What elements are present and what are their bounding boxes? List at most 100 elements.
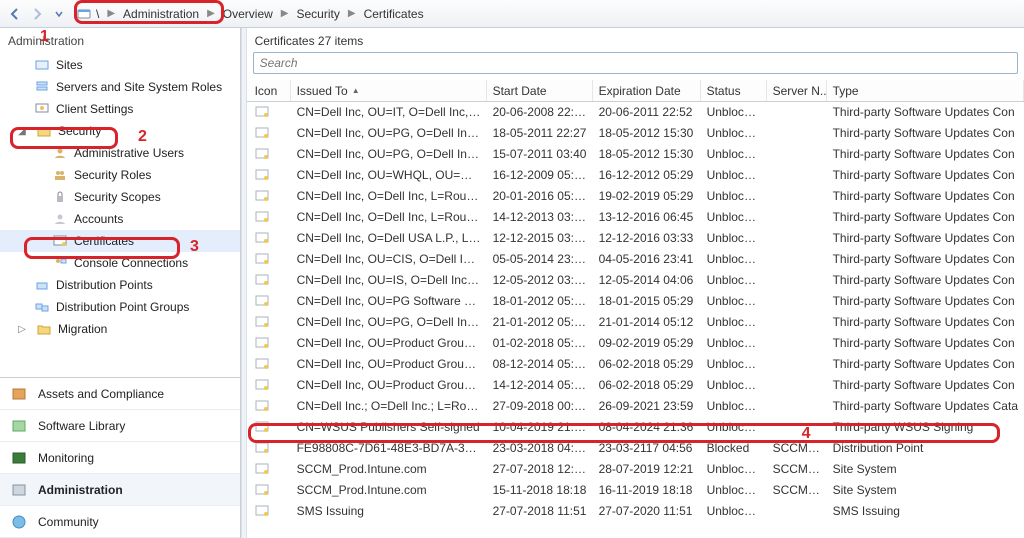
tree-item-security-scopes[interactable]: Security Scopes xyxy=(0,186,240,208)
cell-status: Unblocked xyxy=(701,168,767,182)
cell-expiration-date: 06-02-2018 05:29 xyxy=(593,357,701,371)
nav-forward-button[interactable] xyxy=(26,3,48,25)
tree-item-migration[interactable]: ▷ Migration xyxy=(0,318,240,340)
nav-software-library[interactable]: Software Library xyxy=(0,410,240,442)
nav-tree: Sites Servers and Site System Roles Clie… xyxy=(0,54,240,377)
tree-item-distribution-point-groups[interactable]: Distribution Point Groups xyxy=(0,296,240,318)
tree-item-security[interactable]: ◢ Security xyxy=(0,120,240,142)
table-row[interactable]: CN=Dell Inc, OU=WHQL, OU=Digital...16-12… xyxy=(247,165,1024,186)
table-row[interactable]: CN=Dell Inc, OU=PG, O=Dell Inc., L=...21… xyxy=(247,312,1024,333)
col-expiration-date[interactable]: Expiration Date xyxy=(593,80,701,101)
table-row[interactable]: CN=Dell Inc.; O=Dell Inc.; L=Round R...2… xyxy=(247,396,1024,417)
col-start-date[interactable]: Start Date xyxy=(487,80,593,101)
site-icon xyxy=(76,7,92,21)
tree-label: Console Connections xyxy=(74,256,188,270)
certificate-icon xyxy=(247,295,291,307)
breadcrumb-overview[interactable]: Overview xyxy=(219,7,277,21)
cell-type: Third-party Software Updates Con xyxy=(827,231,1024,245)
cell-expiration-date: 27-07-2020 11:51 xyxy=(593,504,701,518)
workspace-nav: Assets and Compliance Software Library M… xyxy=(0,377,240,538)
breadcrumb-root[interactable]: \ xyxy=(92,7,103,21)
table-row[interactable]: CN=Dell Inc, O=Dell Inc, L=Round R...14-… xyxy=(247,207,1024,228)
tree-item-console-connections[interactable]: Console Connections xyxy=(0,252,240,274)
chevron-right-icon: ▶ xyxy=(207,8,215,19)
search-input[interactable] xyxy=(253,52,1018,74)
tree-item-accounts[interactable]: Accounts xyxy=(0,208,240,230)
breadcrumb-certificates[interactable]: Certificates xyxy=(360,7,428,21)
cell-server-name: SCCM_P... xyxy=(767,483,827,497)
cell-expiration-date: 12-12-2016 03:33 xyxy=(593,231,701,245)
administration-icon xyxy=(10,481,28,499)
col-type[interactable]: Type xyxy=(827,80,1024,101)
cell-status: Unblocked xyxy=(701,315,767,329)
col-status[interactable]: Status xyxy=(701,80,767,101)
navigation-pane: Administration Sites Servers and Site Sy… xyxy=(0,28,241,538)
nav-community[interactable]: Community xyxy=(0,506,240,538)
cell-start-date: 14-12-2014 05:30 xyxy=(487,378,593,392)
table-row[interactable]: CN=Dell Inc, OU=PG, O=Dell Inc, L=...18-… xyxy=(247,123,1024,144)
cell-issued-to: CN=Dell Inc, O=Dell Inc, L=Round R... xyxy=(291,210,487,224)
table-row[interactable]: CN=Dell Inc, OU=PG, O=Dell Inc, L=...15-… xyxy=(247,144,1024,165)
cell-type: Third-party Software Updates Con xyxy=(827,168,1024,182)
cell-status: Unblocked xyxy=(701,126,767,140)
table-row[interactable]: CN=Dell Inc, OU=IT, O=Dell Inc, L=R...20… xyxy=(247,102,1024,123)
cell-start-date: 14-12-2013 03:40 xyxy=(487,210,593,224)
table-row[interactable]: CN=Dell Inc, OU=PG Software Devel...18-0… xyxy=(247,291,1024,312)
accounts-icon xyxy=(52,211,68,227)
nav-back-button[interactable] xyxy=(4,3,26,25)
cell-expiration-date: 26-09-2021 23:59 xyxy=(593,399,701,413)
cell-issued-to: FE98808C-7D61-48E3-BD7A-331A3A... xyxy=(291,441,487,455)
table-row[interactable]: CN=Dell Inc, OU=Product Group Rel...08-1… xyxy=(247,354,1024,375)
table-row[interactable]: CN=Dell Inc, O=Dell USA L.P., L=Rou...12… xyxy=(247,228,1024,249)
col-server-name[interactable]: Server N... xyxy=(767,80,827,101)
table-row[interactable]: CN=WSUS Publishers Self-signed10-04-2019… xyxy=(247,417,1024,438)
table-row[interactable]: FE98808C-7D61-48E3-BD7A-331A3A...23-03-2… xyxy=(247,438,1024,459)
nav-dropdown-button[interactable] xyxy=(48,3,70,25)
tree-item-distribution-points[interactable]: Distribution Points xyxy=(0,274,240,296)
cell-server-name: SCCM_P... xyxy=(767,441,827,455)
cell-start-date: 01-02-2018 05:30 xyxy=(487,336,593,350)
certificate-icon xyxy=(247,190,291,202)
breadcrumb-security[interactable]: Security xyxy=(293,7,344,21)
tree-label: Security Roles xyxy=(74,168,151,182)
tree-item-servers[interactable]: Servers and Site System Roles xyxy=(0,76,240,98)
table-row[interactable]: CN=Dell Inc, OU=Product Group Rel...14-1… xyxy=(247,375,1024,396)
nav-pane-header: Administration xyxy=(0,28,240,54)
nav-administration[interactable]: Administration xyxy=(0,474,240,506)
nav-assets-compliance[interactable]: Assets and Compliance xyxy=(0,378,240,410)
col-icon[interactable]: Icon xyxy=(247,80,291,101)
table-row[interactable]: CN=Dell Inc, OU=Product Group Rel...01-0… xyxy=(247,333,1024,354)
tree-item-sites[interactable]: Sites xyxy=(0,54,240,76)
cell-expiration-date: 13-12-2016 06:45 xyxy=(593,210,701,224)
tree-item-security-roles[interactable]: Security Roles xyxy=(0,164,240,186)
certificate-icon xyxy=(247,379,291,391)
cell-server-name: SCCM_P... xyxy=(767,462,827,476)
cell-issued-to: CN=Dell Inc, OU=IT, O=Dell Inc, L=R... xyxy=(291,105,487,119)
table-row[interactable]: SMS Issuing27-07-2018 11:5127-07-2020 11… xyxy=(247,501,1024,522)
distribution-group-icon xyxy=(34,299,50,315)
tree-label: Client Settings xyxy=(56,102,133,116)
servers-icon xyxy=(34,79,50,95)
table-row[interactable]: CN=Dell Inc, OU=IS, O=Dell Inc., L=...12… xyxy=(247,270,1024,291)
col-issued-to[interactable]: Issued To xyxy=(291,80,487,101)
tree-label: Distribution Point Groups xyxy=(56,300,189,314)
certificate-icon xyxy=(247,148,291,160)
table-row[interactable]: CN=Dell Inc, OU=CIS, O=Dell Inc., L...05… xyxy=(247,249,1024,270)
table-row[interactable]: SCCM_Prod.Intune.com27-07-2018 12:2128-0… xyxy=(247,459,1024,480)
cell-status: Unblocked xyxy=(701,252,767,266)
content-header: Certificates 27 items xyxy=(247,28,1024,52)
certificate-icon xyxy=(247,127,291,139)
nav-label: Community xyxy=(38,515,99,529)
tree-item-admin-users[interactable]: Administrative Users xyxy=(0,142,240,164)
table-row[interactable]: CN=Dell Inc, O=Dell Inc, L=Round R...20-… xyxy=(247,186,1024,207)
table-row[interactable]: SCCM_Prod.Intune.com15-11-2018 18:1816-1… xyxy=(247,480,1024,501)
certificate-icon xyxy=(247,337,291,349)
cell-issued-to: CN=WSUS Publishers Self-signed xyxy=(291,420,487,434)
tree-item-certificates[interactable]: Certificates xyxy=(0,230,240,252)
expand-collapse-icon[interactable]: ▷ xyxy=(16,324,28,335)
chevron-right-icon: ▶ xyxy=(281,8,289,19)
nav-monitoring[interactable]: Monitoring xyxy=(0,442,240,474)
tree-item-client-settings[interactable]: Client Settings xyxy=(0,98,240,120)
expand-collapse-icon[interactable]: ◢ xyxy=(16,126,28,137)
breadcrumb-administration[interactable]: Administration xyxy=(119,7,203,21)
